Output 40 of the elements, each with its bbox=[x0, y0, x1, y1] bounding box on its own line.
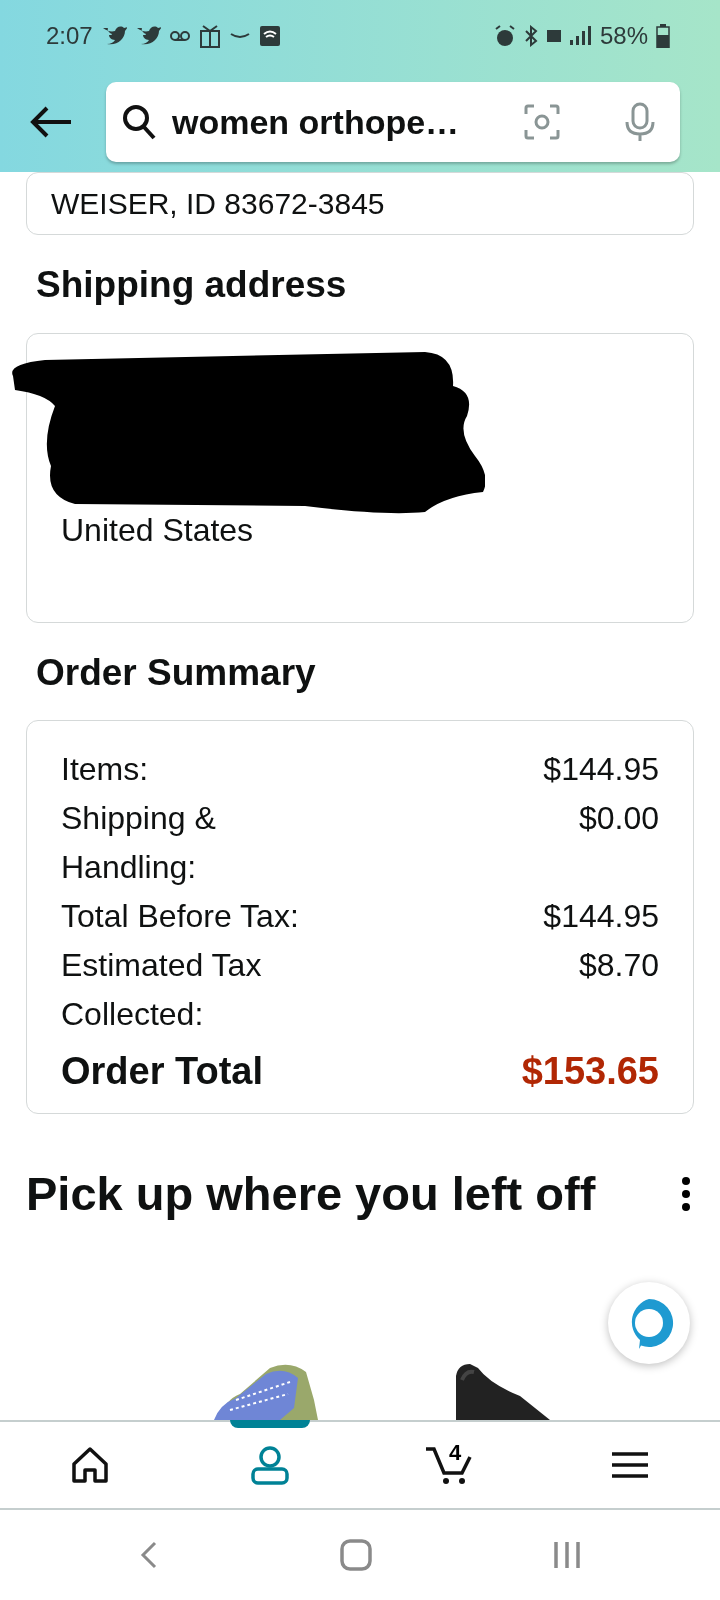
total-label: Order Total bbox=[61, 1049, 263, 1094]
clock-time: 2:07 bbox=[46, 21, 93, 51]
battery-icon bbox=[656, 24, 670, 48]
alarm-icon bbox=[493, 24, 516, 48]
summary-label: Estimated Tax Collected: bbox=[61, 946, 263, 1034]
total-amount: $153.65 bbox=[521, 1049, 659, 1094]
section-heading: Pick up where you left off bbox=[26, 1166, 596, 1222]
wifi-icon bbox=[258, 25, 281, 47]
home-icon[interactable] bbox=[340, 1539, 372, 1571]
cart-tab[interactable]: 4 bbox=[360, 1422, 540, 1508]
recent-apps-icon[interactable] bbox=[553, 1540, 582, 1570]
home-icon bbox=[71, 1446, 109, 1484]
signal-icon bbox=[569, 26, 592, 46]
summary-amount: $144.95 bbox=[543, 897, 659, 936]
network-icon bbox=[545, 29, 562, 43]
person-icon bbox=[250, 1445, 290, 1485]
cart-count: 4 bbox=[448, 1439, 462, 1467]
section-heading: Shipping address bbox=[36, 263, 348, 307]
summary-label: Shipping & Handling: bbox=[61, 799, 217, 887]
summary-label: Items: bbox=[61, 750, 149, 789]
search-icon bbox=[122, 104, 156, 140]
country-text: United States bbox=[61, 510, 254, 550]
battery-percentage: 58% bbox=[599, 21, 648, 51]
address-line: WEISER, ID 83672-3845 bbox=[51, 186, 386, 222]
summary-label: Total Before Tax: bbox=[61, 897, 299, 936]
camera-scan-icon[interactable] bbox=[524, 104, 560, 140]
vertical-dots-icon bbox=[681, 1176, 691, 1212]
bluetooth-icon bbox=[523, 25, 538, 47]
summary-amount: $8.70 bbox=[578, 946, 659, 985]
section-heading: Order Summary bbox=[36, 650, 317, 695]
microphone-icon[interactable] bbox=[624, 102, 656, 142]
search-field[interactable]: women orthope… bbox=[106, 82, 680, 162]
alexa-button[interactable] bbox=[608, 1282, 690, 1364]
back-icon[interactable] bbox=[138, 1540, 159, 1570]
menu-icon bbox=[612, 1451, 648, 1479]
back-arrow-icon bbox=[29, 105, 73, 139]
voicemail-icon bbox=[168, 30, 191, 42]
summary-amount: $0.00 bbox=[578, 799, 659, 838]
summary-amount: $144.95 bbox=[543, 750, 659, 789]
gift-icon bbox=[198, 24, 221, 48]
